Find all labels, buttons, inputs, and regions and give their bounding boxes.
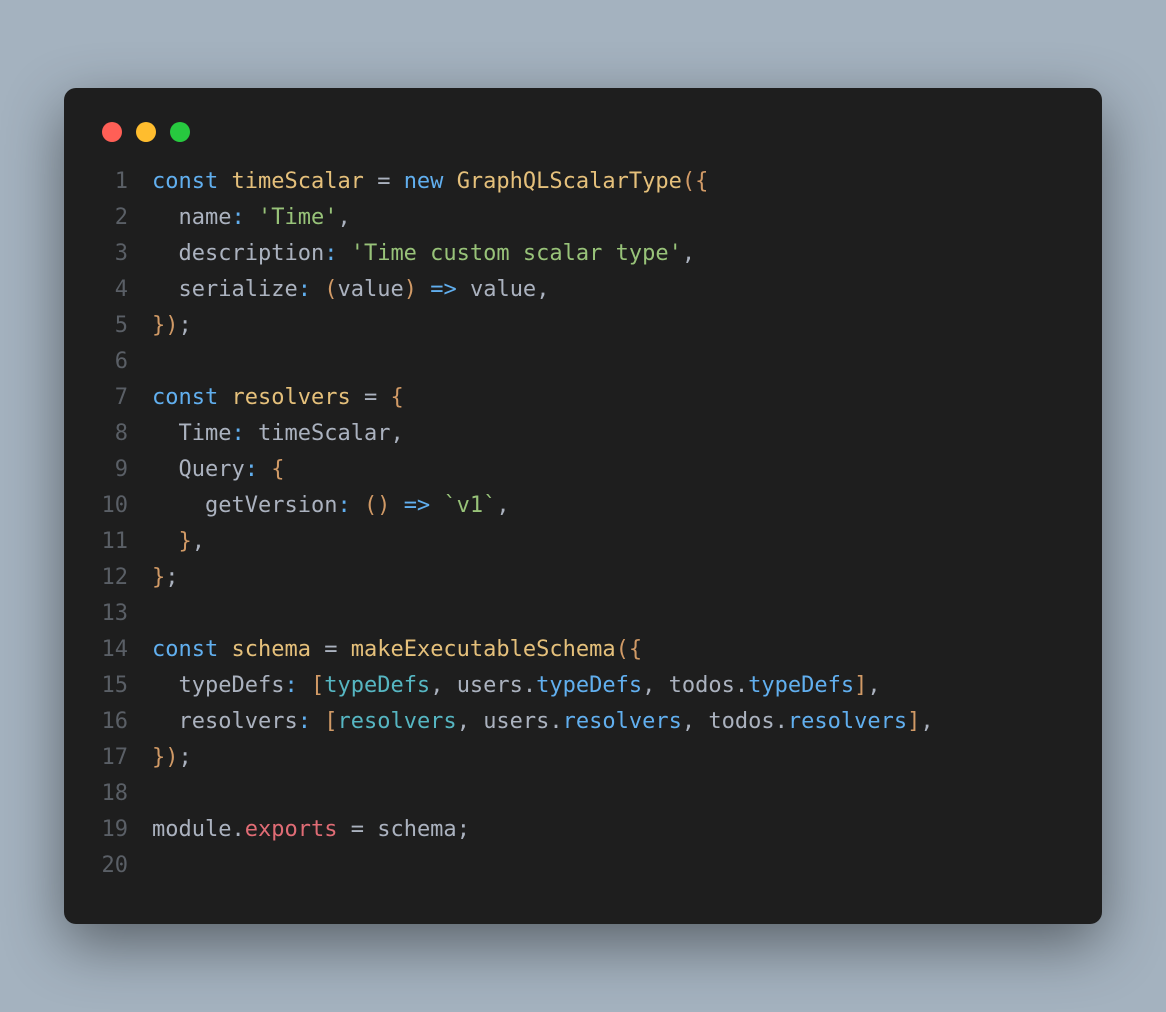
line-number: 8 [100, 416, 152, 452]
line-number: 16 [100, 704, 152, 740]
line-number: 10 [100, 488, 152, 524]
code-line: 4 serialize: (value) => value, [100, 272, 1066, 308]
line-number: 2 [100, 200, 152, 236]
code-content: }); [152, 740, 192, 776]
line-number: 14 [100, 632, 152, 668]
code-content: description: 'Time custom scalar type', [152, 236, 695, 272]
code-content [152, 344, 165, 380]
code-line: 2 name: 'Time', [100, 200, 1066, 236]
code-line: 20 [100, 848, 1066, 884]
line-number: 18 [100, 776, 152, 812]
code-content [152, 848, 165, 884]
line-number: 11 [100, 524, 152, 560]
code-content: }; [152, 560, 179, 596]
code-line: 6 [100, 344, 1066, 380]
code-content: const schema = makeExecutableSchema({ [152, 632, 642, 668]
code-content: const timeScalar = new GraphQLScalarType… [152, 164, 708, 200]
line-number: 1 [100, 164, 152, 200]
code-line: 19module.exports = schema; [100, 812, 1066, 848]
line-number: 4 [100, 272, 152, 308]
code-line: 13 [100, 596, 1066, 632]
line-number: 13 [100, 596, 152, 632]
line-number: 5 [100, 308, 152, 344]
code-line: 3 description: 'Time custom scalar type'… [100, 236, 1066, 272]
line-number: 3 [100, 236, 152, 272]
code-content: }); [152, 308, 192, 344]
code-line: 5}); [100, 308, 1066, 344]
line-number: 6 [100, 344, 152, 380]
code-content: Query: { [152, 452, 284, 488]
code-line: 8 Time: timeScalar, [100, 416, 1066, 452]
code-content: Time: timeScalar, [152, 416, 404, 452]
code-content: serialize: (value) => value, [152, 272, 549, 308]
code-area: 1const timeScalar = new GraphQLScalarTyp… [100, 164, 1066, 884]
code-content [152, 596, 165, 632]
code-line: 18 [100, 776, 1066, 812]
code-line: 1const timeScalar = new GraphQLScalarTyp… [100, 164, 1066, 200]
code-line: 17}); [100, 740, 1066, 776]
code-line: 15 typeDefs: [typeDefs, users.typeDefs, … [100, 668, 1066, 704]
code-content: const resolvers = { [152, 380, 404, 416]
line-number: 7 [100, 380, 152, 416]
code-line: 14const schema = makeExecutableSchema({ [100, 632, 1066, 668]
line-number: 17 [100, 740, 152, 776]
code-line: 10 getVersion: () => `v1`, [100, 488, 1066, 524]
line-number: 9 [100, 452, 152, 488]
code-content: getVersion: () => `v1`, [152, 488, 510, 524]
line-number: 15 [100, 668, 152, 704]
code-line: 7const resolvers = { [100, 380, 1066, 416]
close-icon[interactable] [102, 122, 122, 142]
minimize-icon[interactable] [136, 122, 156, 142]
code-content: module.exports = schema; [152, 812, 470, 848]
code-content: typeDefs: [typeDefs, users.typeDefs, tod… [152, 668, 881, 704]
line-number: 12 [100, 560, 152, 596]
line-number: 19 [100, 812, 152, 848]
code-line: 16 resolvers: [resolvers, users.resolver… [100, 704, 1066, 740]
editor-window: 1const timeScalar = new GraphQLScalarTyp… [64, 88, 1102, 924]
zoom-icon[interactable] [170, 122, 190, 142]
titlebar [100, 116, 1066, 164]
code-line: 12}; [100, 560, 1066, 596]
code-line: 9 Query: { [100, 452, 1066, 488]
code-line: 11 }, [100, 524, 1066, 560]
code-content: }, [152, 524, 205, 560]
code-content: resolvers: [resolvers, users.resolvers, … [152, 704, 934, 740]
line-number: 20 [100, 848, 152, 884]
code-content: name: 'Time', [152, 200, 351, 236]
code-content [152, 776, 165, 812]
